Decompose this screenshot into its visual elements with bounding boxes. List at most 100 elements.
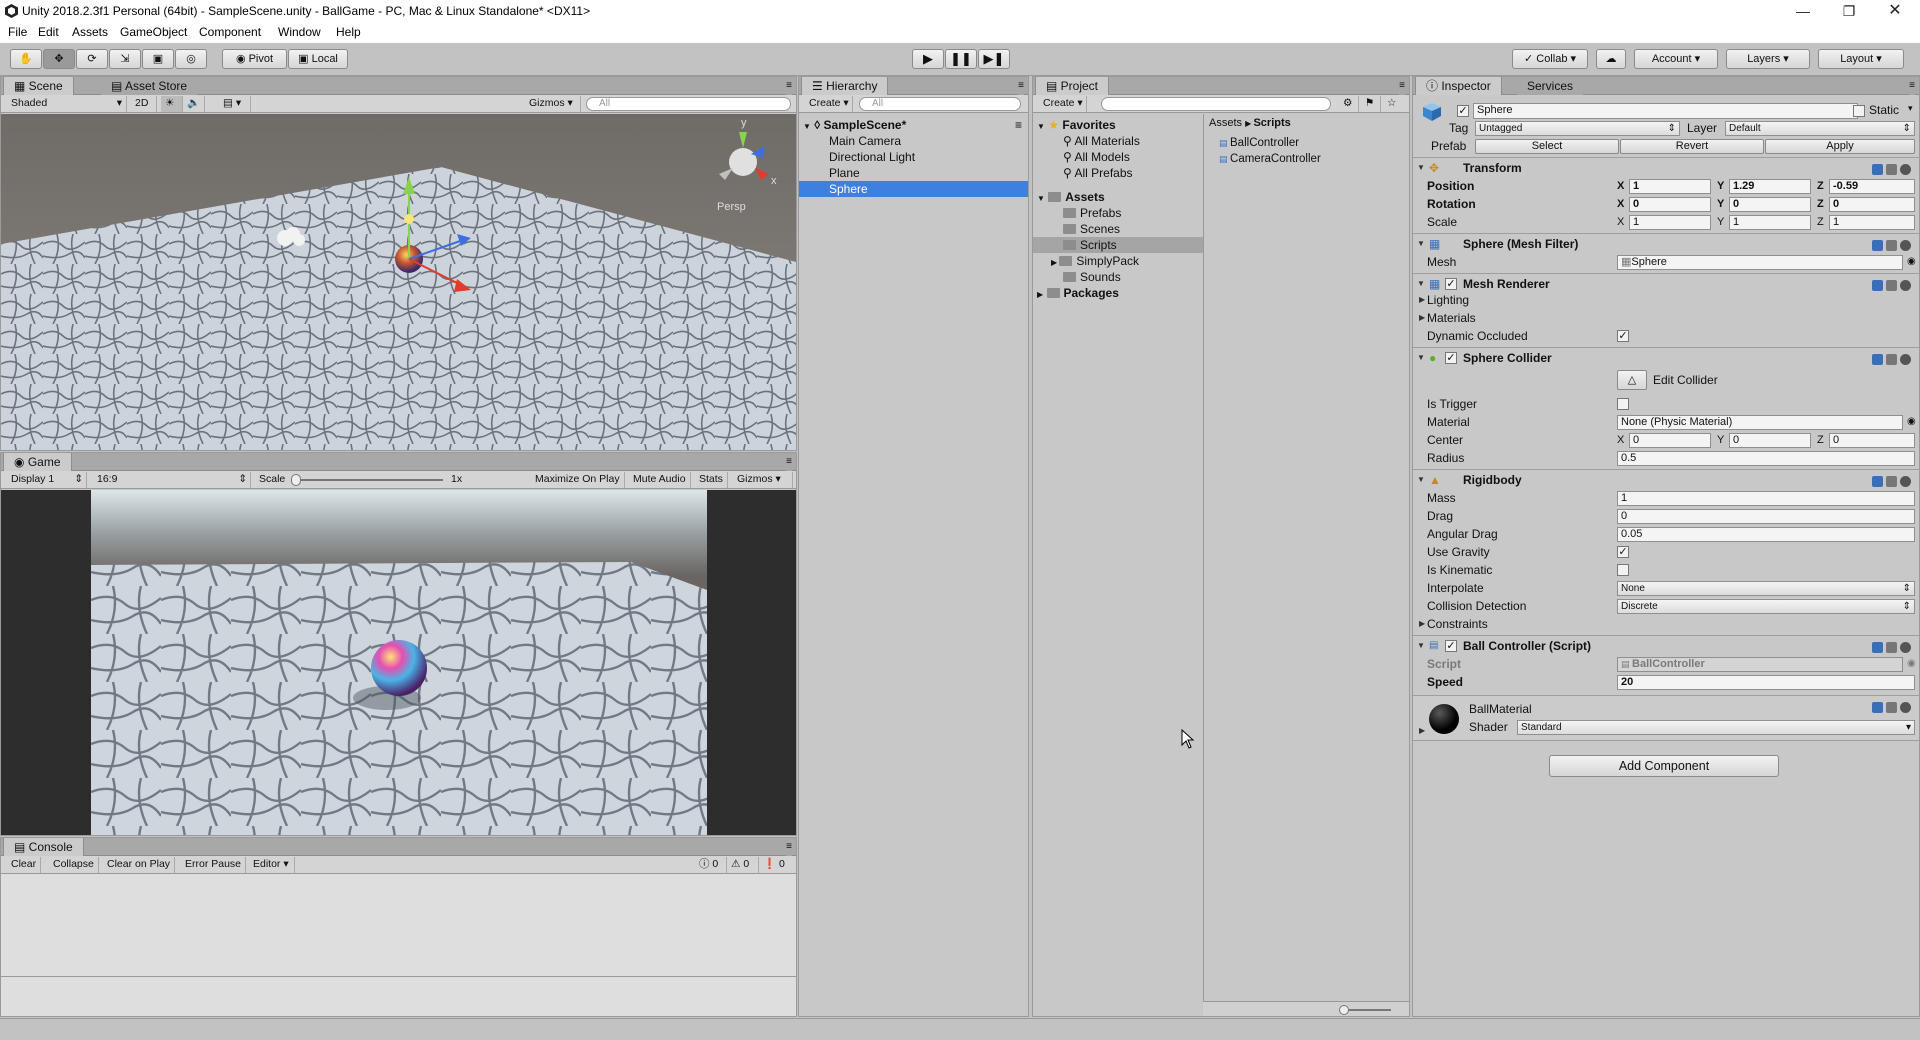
scene-gizmos-dropdown[interactable]: Gizmos ▾ <box>525 96 581 112</box>
aspect-dropdown[interactable]: 16:9 ⇕ <box>93 472 251 488</box>
mesh-filter-header[interactable]: ▼ ▦ Sphere (Mesh Filter) <box>1413 233 1919 253</box>
console-editor-dropdown[interactable]: Editor ▾ <box>249 857 295 873</box>
hand-tool-icon[interactable]: ✋ <box>10 49 42 69</box>
file-ballcontroller[interactable]: ▤ BallController <box>1219 135 1409 151</box>
transform-header[interactable]: ▼ ✥ Transform <box>1413 157 1919 177</box>
radius-field[interactable]: 0.5 <box>1617 451 1915 466</box>
shader-dropdown[interactable]: Standard ▾ <box>1517 720 1915 735</box>
mute-audio-toggle[interactable]: Mute Audio <box>629 472 691 488</box>
object-picker-icon[interactable]: ◉ <box>1907 253 1916 271</box>
rotation-y-field[interactable]: 0 <box>1729 197 1811 212</box>
menu-help[interactable]: Help <box>336 25 361 39</box>
drag-field[interactable]: 0 <box>1617 509 1915 524</box>
hierarchy-create-dropdown[interactable]: Create ▾ <box>805 96 853 112</box>
object-picker-icon[interactable]: ◉ <box>1907 413 1916 431</box>
favorite-star-icon[interactable]: ☆ <box>1383 96 1405 112</box>
console-panel-menu-icon[interactable]: ≡ <box>786 838 792 856</box>
transform-tool-icon[interactable]: ◎ <box>175 49 207 69</box>
breadcrumb-scripts[interactable]: Scripts <box>1253 117 1290 129</box>
local-button[interactable]: ▣ Local <box>288 49 348 69</box>
menu-gameobject[interactable]: GameObject <box>120 25 187 39</box>
sphere-collider-enabled-checkbox[interactable]: ✓ <box>1445 352 1457 364</box>
scale-y-field[interactable]: 1 <box>1729 215 1811 230</box>
stats-toggle[interactable]: Stats <box>695 472 728 488</box>
help-icon[interactable] <box>1872 642 1883 653</box>
minimize-icon[interactable]: — <box>1780 0 1826 23</box>
folder-sounds[interactable]: Sounds <box>1033 269 1203 285</box>
static-dropdown-icon[interactable]: ▾ <box>1908 103 1913 114</box>
presets-icon[interactable] <box>1886 354 1897 365</box>
prefab-select-button[interactable]: Select <box>1475 139 1619 154</box>
console-warning-count[interactable]: ⚠ 0 <box>727 857 759 873</box>
gear-icon[interactable] <box>1900 702 1911 713</box>
layer-dropdown[interactable]: Default ⇕ <box>1725 121 1915 136</box>
persp-label[interactable]: Persp <box>717 201 746 213</box>
step-button[interactable]: ▶❚ <box>978 49 1010 69</box>
favorite-all-materials[interactable]: ⚲ All Materials <box>1033 133 1203 149</box>
mesh-renderer-enabled-checkbox[interactable]: ✓ <box>1445 278 1457 290</box>
center-z-field[interactable]: 0 <box>1829 433 1915 448</box>
static-checkbox[interactable] <box>1853 105 1865 117</box>
mass-field[interactable]: 1 <box>1617 491 1915 506</box>
presets-icon[interactable] <box>1886 164 1897 175</box>
scene-view[interactable]: y x Persp <box>1 114 796 450</box>
gear-icon[interactable] <box>1900 354 1911 365</box>
display-dropdown[interactable]: Display 1 ⇕ <box>7 472 87 488</box>
is-trigger-checkbox[interactable] <box>1617 398 1629 410</box>
project-create-dropdown[interactable]: Create ▾ <box>1039 96 1087 112</box>
rotation-x-field[interactable]: 0 <box>1629 197 1711 212</box>
help-icon[interactable] <box>1872 702 1883 713</box>
scale-slider-thumb[interactable] <box>291 474 301 486</box>
angular-drag-field[interactable]: 0.05 <box>1617 527 1915 542</box>
hierarchy-scene-row[interactable]: ▼ ◊ SampleScene* ≡ <box>799 117 1028 133</box>
rotation-z-field[interactable]: 0 <box>1829 197 1915 212</box>
position-z-field[interactable]: -0.59 <box>1829 179 1915 194</box>
console-info-count[interactable]: ⓘ 0 <box>695 857 727 873</box>
collider-material-field[interactable]: None (Physic Material) <box>1617 415 1903 430</box>
folder-scenes[interactable]: Scenes <box>1033 221 1203 237</box>
collision-detection-dropdown[interactable]: Discrete ⇕ <box>1617 599 1915 614</box>
menu-assets[interactable]: Assets <box>72 25 108 39</box>
gear-icon[interactable] <box>1900 164 1911 175</box>
sphere-collider-header[interactable]: ▼ ● ✓ Sphere Collider <box>1413 347 1919 367</box>
layers-button[interactable]: Layers ▾ <box>1726 49 1810 69</box>
audio-toggle-icon[interactable]: 🔈 <box>183 96 205 112</box>
account-button[interactable]: Account ▾ <box>1634 49 1718 69</box>
tab-game[interactable]: ◉ Game <box>3 453 72 471</box>
inspector-panel-menu-icon[interactable]: ≡ <box>1909 77 1915 95</box>
project-search-input[interactable] <box>1101 97 1331 111</box>
presets-icon[interactable] <box>1886 240 1897 251</box>
ball-controller-enabled-checkbox[interactable]: ✓ <box>1445 640 1457 652</box>
menu-window[interactable]: Window <box>278 25 321 39</box>
lighting-toggle-icon[interactable]: ☀ <box>161 96 183 112</box>
mesh-renderer-header[interactable]: ▼ ▦ ✓ Mesh Renderer <box>1413 273 1919 293</box>
favorite-all-models[interactable]: ⚲ All Models <box>1033 149 1203 165</box>
pause-button[interactable]: ❚❚ <box>945 49 977 69</box>
icon-size-slider-thumb[interactable] <box>1339 1005 1349 1015</box>
center-y-field[interactable]: 0 <box>1729 433 1811 448</box>
help-icon[interactable] <box>1872 354 1883 365</box>
presets-icon[interactable] <box>1886 280 1897 291</box>
tab-asset-store[interactable]: ▤ Asset Store <box>101 77 198 95</box>
lighting-row[interactable]: ▶ Lighting <box>1413 291 1919 309</box>
hierarchy-item-sphere[interactable]: Sphere <box>799 181 1028 197</box>
scale-tool-icon[interactable]: ⇲ <box>109 49 141 69</box>
is-kinematic-checkbox[interactable] <box>1617 564 1629 576</box>
gear-icon[interactable] <box>1900 476 1911 487</box>
edit-collider-button[interactable]: △ <box>1617 370 1647 390</box>
folder-scripts[interactable]: Scripts <box>1033 237 1203 253</box>
speed-field[interactable]: 20 <box>1617 675 1915 690</box>
tag-dropdown[interactable]: Untagged ⇕ <box>1475 121 1680 136</box>
cloud-button[interactable]: ☁ <box>1596 49 1626 69</box>
materials-row[interactable]: ▶ Materials <box>1413 309 1919 327</box>
gear-icon[interactable] <box>1900 240 1911 251</box>
menu-edit[interactable]: Edit <box>38 25 59 39</box>
interpolate-dropdown[interactable]: None ⇕ <box>1617 581 1915 596</box>
move-tool-icon[interactable]: ✥ <box>43 49 75 69</box>
project-panel-menu-icon[interactable]: ≡ <box>1399 77 1405 95</box>
filter-label-icon[interactable]: ⚑ <box>1361 96 1381 112</box>
use-gravity-checkbox[interactable]: ✓ <box>1617 546 1629 558</box>
scale-slider[interactable] <box>293 479 443 481</box>
hierarchy-panel-menu-icon[interactable]: ≡ <box>1018 77 1024 95</box>
favorite-all-prefabs[interactable]: ⚲ All Prefabs <box>1033 165 1203 181</box>
